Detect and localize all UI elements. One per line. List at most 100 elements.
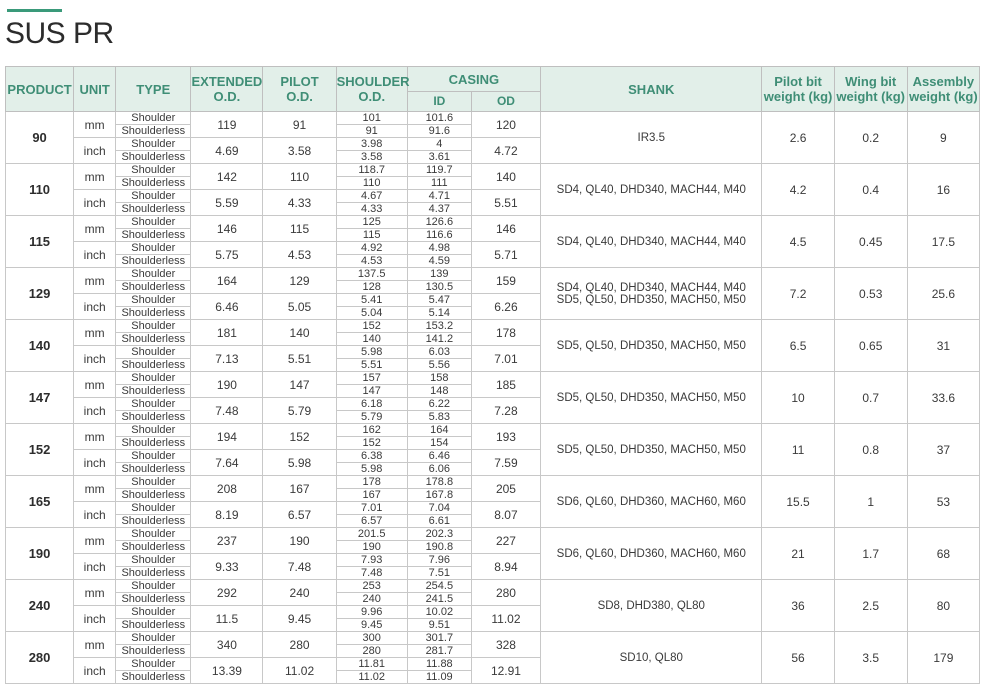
assembly-weight-cell: 80 bbox=[906, 579, 981, 632]
shoulder-od-cell: 162 152 bbox=[335, 423, 408, 450]
product-cell: 110 bbox=[4, 163, 75, 216]
pilot-bit-weight-cell: 6.5 bbox=[761, 319, 835, 372]
casing-id-cell-shoulderless: 7.51 bbox=[428, 567, 451, 579]
extended-od-cell: 7.13 bbox=[190, 345, 264, 372]
pilot-od-cell: 240 bbox=[262, 579, 337, 606]
assembly-weight-cell: 37 bbox=[906, 423, 981, 476]
type-shoulderless: Shoulderless bbox=[121, 359, 186, 371]
unit-cell: inch bbox=[73, 345, 117, 372]
table-row: 240 mm Shoulder Shoulderless 292 240 253 240 254… bbox=[4, 579, 981, 632]
shoulder-od-cell: 5.41 5.04 bbox=[335, 293, 408, 320]
shoulder-od-cell: 137.5 128 bbox=[335, 267, 408, 294]
shank-cell: SD6, QL60, DHD360, MACH60, M60 bbox=[540, 527, 763, 580]
casing-id-cell-shoulderless: 148 bbox=[430, 385, 449, 397]
casing-od-cell: 12.91 bbox=[470, 657, 542, 684]
type-cell: Shoulder Shoulderless bbox=[115, 397, 192, 424]
casing-id-cell: 6.03 5.56 bbox=[406, 345, 472, 372]
spec-table: PRODUCT UNIT TYPE EXTENDED O.D. PILOT O.D.… bbox=[4, 66, 981, 684]
unit-cell: inch bbox=[73, 189, 117, 216]
type-shoulder: Shoulder bbox=[116, 294, 191, 307]
type-cell: Shoulder Shoulderless bbox=[115, 553, 192, 580]
wing-bit-weight-cell: 0.65 bbox=[833, 319, 908, 372]
pilot-od-cell: 190 bbox=[262, 527, 337, 554]
shank-line: SD4, QL40, DHD340, MACH44, M40 bbox=[556, 281, 746, 294]
casing-id-cell-shoulderless: 167.8 bbox=[425, 489, 454, 501]
type-cell: Shoulder Shoulderless bbox=[115, 605, 192, 632]
type-cell: Shoulder Shoulderless bbox=[115, 449, 192, 476]
unit-cell: inch bbox=[73, 553, 117, 580]
product-cell: 90 bbox=[4, 111, 75, 164]
header-line: weight (kg) bbox=[763, 89, 833, 104]
table-row: 90 mm Shoulder Shoulderless 119 91 101 91 101.6 9… bbox=[4, 111, 981, 164]
pilot-od-cell: 129 bbox=[262, 267, 337, 294]
unit-cell: inch bbox=[73, 657, 117, 684]
assembly-weight-cell: 33.6 bbox=[906, 371, 981, 424]
shoulder-od-cell-shoulder: 300 bbox=[336, 632, 407, 645]
pilot-bit-weight-cell: 2.6 bbox=[761, 111, 835, 164]
wing-bit-weight-cell: 2.5 bbox=[833, 579, 908, 632]
pilot-bit-weight-cell: 21 bbox=[761, 527, 835, 580]
pilot-od-cell: 91 bbox=[262, 111, 337, 138]
shoulder-od-cell-shoulderless: 167 bbox=[362, 489, 381, 501]
col-header-pilot-od: PILOT O.D. bbox=[262, 66, 337, 112]
table-row: 165 mm Shoulder Shoulderless 208 167 178 167 178… bbox=[4, 475, 981, 528]
casing-od-cell: 193 bbox=[470, 423, 542, 450]
casing-od-cell: 227 bbox=[470, 527, 542, 554]
table-row: 152 mm Shoulder Shoulderless 194 152 162 152 164… bbox=[4, 423, 981, 476]
shoulder-od-cell-shoulder: 6.38 bbox=[336, 450, 407, 463]
casing-id-cell: 6.46 6.06 bbox=[406, 449, 472, 476]
product-cell: 280 bbox=[4, 631, 75, 684]
shoulder-od-cell-shoulderless: 5.98 bbox=[360, 463, 383, 475]
pilot-bit-weight-cell: 11 bbox=[761, 423, 835, 476]
type-shoulder: Shoulder bbox=[116, 580, 191, 593]
table-row: 129 mm Shoulder Shoulderless 164 129 137.5 128 1… bbox=[4, 267, 981, 320]
shoulder-od-cell: 4.92 4.53 bbox=[335, 241, 408, 268]
casing-id-cell-shoulderless: 281.7 bbox=[425, 645, 454, 657]
assembly-weight-cell: 179 bbox=[906, 631, 981, 684]
header-line: EXTENDED bbox=[191, 74, 263, 89]
table-row: 280 mm Shoulder Shoulderless 340 280 300 280 301… bbox=[4, 631, 981, 684]
casing-id-cell-shoulder: 126.6 bbox=[407, 216, 471, 229]
pilot-bit-weight-cell: 10 bbox=[761, 371, 835, 424]
casing-id-cell: 7.96 7.51 bbox=[406, 553, 472, 580]
shank-cell: SD10, QL80 bbox=[540, 631, 763, 684]
type-shoulder: Shoulder bbox=[116, 216, 191, 229]
shoulder-od-cell-shoulderless: 6.57 bbox=[360, 515, 383, 527]
shoulder-od-cell-shoulderless: 4.33 bbox=[360, 203, 383, 215]
casing-id-cell-shoulder: 164 bbox=[407, 424, 471, 437]
type-cell: Shoulder Shoulderless bbox=[115, 215, 192, 242]
casing-od-cell: 7.59 bbox=[470, 449, 542, 476]
casing-id-cell-shoulderless: 91.6 bbox=[428, 125, 451, 137]
product-cell: 140 bbox=[4, 319, 75, 372]
wing-bit-weight-cell: 0.45 bbox=[833, 215, 908, 268]
col-header-unit: UNIT bbox=[73, 66, 117, 112]
pilot-od-cell: 11.02 bbox=[262, 657, 337, 684]
type-shoulder: Shoulder bbox=[116, 190, 191, 203]
extended-od-cell: 9.33 bbox=[190, 553, 264, 580]
shoulder-od-cell-shoulder: 118.7 bbox=[336, 164, 407, 177]
casing-id-cell-shoulderless: 3.61 bbox=[428, 151, 451, 163]
shoulder-od-cell-shoulderless: 190 bbox=[362, 541, 381, 553]
table-row: 115 mm Shoulder Shoulderless 146 115 125 115 126… bbox=[4, 215, 981, 268]
extended-od-cell: 119 bbox=[190, 111, 264, 138]
shoulder-od-cell-shoulderless: 140 bbox=[362, 333, 381, 345]
casing-id-cell-shoulderless: 190.8 bbox=[425, 541, 454, 553]
shoulder-od-cell: 6.18 5.79 bbox=[335, 397, 408, 424]
casing-id-cell-shoulderless: 5.56 bbox=[428, 359, 451, 371]
type-cell: Shoulder Shoulderless bbox=[115, 371, 192, 398]
extended-od-cell: 8.19 bbox=[190, 501, 264, 528]
type-shoulder: Shoulder bbox=[116, 502, 191, 515]
shank-cell: SD5, QL50, DHD350, MACH50, M50 bbox=[540, 423, 763, 476]
extended-od-cell: 146 bbox=[190, 215, 264, 242]
casing-id-cell: 158 148 bbox=[406, 371, 472, 398]
shoulder-od-cell-shoulderless: 115 bbox=[362, 229, 381, 241]
casing-id-cell-shoulderless: 5.14 bbox=[428, 307, 451, 319]
col-header-casing-id: ID bbox=[406, 91, 472, 112]
casing-id-cell-shoulder: 5.47 bbox=[407, 294, 471, 307]
shoulder-od-cell-shoulder: 157 bbox=[336, 372, 407, 385]
unit-cell: inch bbox=[73, 397, 117, 424]
wing-bit-weight-cell: 1 bbox=[833, 475, 908, 528]
col-header-type: TYPE bbox=[115, 66, 192, 112]
header-row: PRODUCT UNIT TYPE EXTENDED O.D. PILOT O.D.… bbox=[4, 66, 981, 112]
pilot-od-cell: 4.33 bbox=[262, 189, 337, 216]
